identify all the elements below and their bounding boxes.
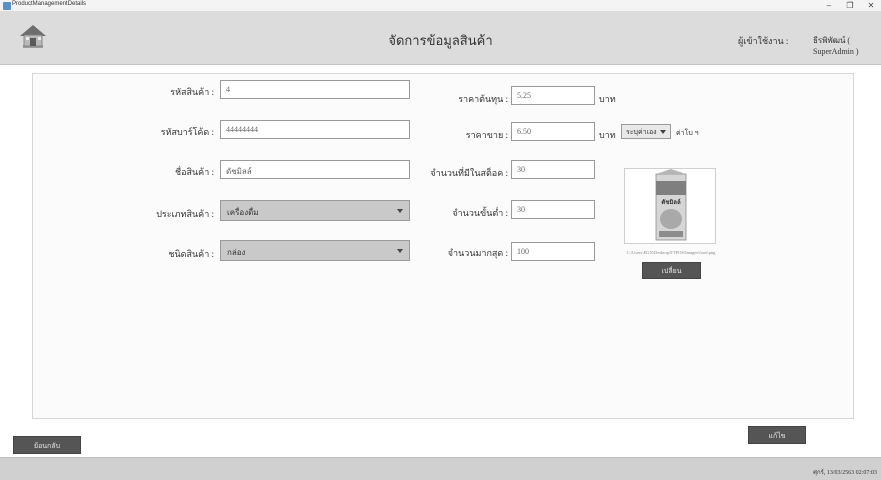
product-type-value: กล่อง (227, 248, 246, 257)
max-qty-label: จำนวนมากสุด : (447, 248, 508, 258)
product-image-text: ดัชมิลล์ (661, 198, 681, 206)
product-id-label: รหัสสินค้า : (170, 87, 214, 97)
category-value: เครื่องดื่ม (227, 208, 259, 217)
chevron-down-icon (397, 249, 403, 253)
cost-label: ราคาต้นทุน : (458, 94, 508, 104)
price-unit: บาท (599, 130, 616, 140)
product-name-field[interactable]: ดัชมิลล์ (220, 160, 410, 179)
product-id-field[interactable]: 4 (220, 80, 410, 99)
price-field[interactable]: 6.50 (511, 122, 595, 141)
product-image: ดัชมิลล์ (655, 169, 687, 241)
stock-field[interactable]: 30 (511, 160, 595, 179)
product-type-select[interactable]: กล่อง (220, 240, 410, 261)
app-icon (3, 2, 11, 10)
barcode-field[interactable]: 44444444 (220, 120, 410, 139)
product-type-label: ชนิดสินค้า : (168, 249, 214, 259)
price-label: ราคาขาย : (465, 130, 508, 140)
back-button[interactable]: ย้อนกลับ (13, 436, 81, 454)
stock-label: จำนวนที่มีในสต็อค : (430, 168, 508, 178)
window-titlebar: ProductManagementDetails – ❐ ✕ (0, 0, 881, 12)
price-mode-select[interactable]: ระบุค่าเอง (621, 124, 671, 139)
close-button[interactable]: ✕ (864, 0, 878, 12)
price-suffix: ค่าโบ ฯ (676, 129, 699, 137)
change-image-button[interactable]: เปลี่ยน (642, 262, 701, 279)
category-label: ประเภทสินค้า : (156, 209, 214, 219)
barcode-label: รหัสบาร์โค้ด : (160, 127, 214, 137)
min-qty-label: จำนวนขั้นต่ำ : (452, 208, 508, 218)
product-name-label: ชื่อสินค้า : (175, 167, 214, 177)
cost-unit: บาท (599, 94, 616, 104)
user-label: ผู้เข้าใช้งาน : (738, 36, 789, 46)
status-bar: ศุกร์, 13/03/2563 02:07:03 (0, 457, 881, 480)
cost-field[interactable]: 5.25 (511, 86, 595, 105)
user-name: ธีรพิพัฒน์ ( SuperAdmin ) (813, 36, 859, 56)
edit-button[interactable]: แก้ไข (748, 426, 806, 444)
min-qty-field[interactable]: 30 (511, 200, 595, 219)
image-path: C:\Users\EGN\Desktop\FTPOS\Images\food.p… (626, 250, 716, 255)
header-bar: จัดการข้อมูลสินค้า ผู้เข้าใช้งาน : ธีรพิ… (0, 12, 881, 65)
product-image-frame: ดัชมิลล์ (624, 168, 716, 244)
chevron-down-icon (660, 130, 666, 134)
price-mode-value: ระบุค่าเอง (626, 128, 657, 136)
chevron-down-icon (397, 209, 403, 213)
maximize-button[interactable]: ❐ (843, 0, 857, 12)
minimize-button[interactable]: – (822, 0, 836, 12)
status-datetime: ศุกร์, 13/03/2563 02:07:03 (813, 470, 877, 476)
window-title: ProductManagementDetails (12, 1, 87, 7)
category-select[interactable]: เครื่องดื่ม (220, 200, 410, 221)
max-qty-field[interactable]: 100 (511, 242, 595, 261)
